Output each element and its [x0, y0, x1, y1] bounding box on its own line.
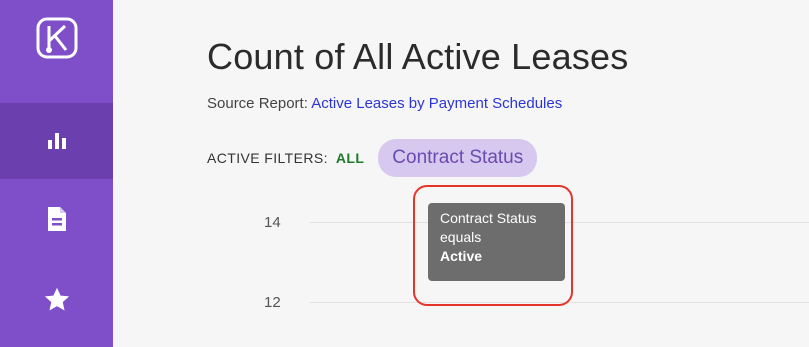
- sidebar: [0, 0, 113, 347]
- main-content: Count of All Active Leases Source Report…: [113, 0, 809, 347]
- tooltip-line: equals: [440, 229, 482, 245]
- source-report-link[interactable]: Active Leases by Payment Schedules: [311, 95, 562, 112]
- source-report: Source Report: Active Leases by Payment …: [207, 95, 562, 112]
- logo-icon: [36, 17, 77, 59]
- filter-chip-contract-status[interactable]: Contract Status: [378, 139, 538, 177]
- document-icon: [47, 207, 66, 231]
- sidebar-item-favorites[interactable]: [0, 262, 113, 338]
- y-tick-label: 12: [264, 294, 281, 311]
- sidebar-item-documents[interactable]: [0, 181, 113, 257]
- active-filters: ACTIVE FILTERS: ALL Contract Status: [207, 139, 538, 177]
- filter-all[interactable]: ALL: [336, 150, 364, 166]
- tooltip-value: Active: [440, 248, 483, 264]
- filter-tooltip: Contract Status equals Active: [428, 203, 565, 281]
- source-report-label: Source Report:: [207, 95, 308, 112]
- tooltip-line: Contract Status: [440, 210, 537, 226]
- star-icon: [44, 287, 69, 311]
- sidebar-item-reports[interactable]: [0, 103, 113, 179]
- sidebar-logo[interactable]: [0, 0, 113, 76]
- y-tick-label: 14: [264, 214, 281, 231]
- active-filters-label: ACTIVE FILTERS:: [207, 150, 328, 166]
- bar-chart-icon: [47, 133, 66, 149]
- page-title: Count of All Active Leases: [207, 36, 629, 77]
